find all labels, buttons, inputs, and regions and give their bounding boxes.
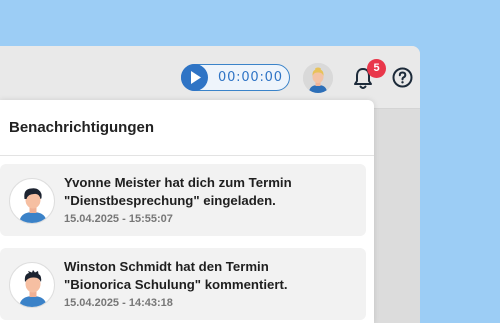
notification-item[interactable]: Yvonne Meister hat dich zum Termin "Dien… <box>0 164 366 236</box>
notification-message: Winston Schmidt hat den Termin "Bionoric… <box>64 258 354 294</box>
notification-timestamp: 15.04.2025 - 15:55:07 <box>64 213 173 225</box>
user-avatar-icon <box>19 188 47 223</box>
notifications-panel: Benachrichtigungen Yvonne Meister hat di… <box>0 100 374 323</box>
notification-line: Winston Schmidt hat den Termin <box>64 259 269 274</box>
avatar <box>9 262 55 308</box>
play-icon <box>191 71 201 84</box>
time-tracker[interactable]: 00:00:00 <box>181 64 290 91</box>
panel-divider <box>0 155 374 156</box>
notification-message: Yvonne Meister hat dich zum Termin "Dien… <box>64 174 354 210</box>
play-button[interactable] <box>181 64 208 91</box>
avatar <box>9 178 55 224</box>
user-avatar-icon <box>19 270 47 307</box>
user-avatar-icon <box>303 63 333 93</box>
notification-item[interactable]: Winston Schmidt hat den Termin "Bionoric… <box>0 248 366 320</box>
panel-title: Benachrichtigungen <box>9 119 155 136</box>
help-icon[interactable] <box>392 67 413 88</box>
notification-line: Yvonne Meister hat dich zum Termin <box>64 175 292 190</box>
notification-line: "Dienstbesprechung" eingeladen. <box>64 193 276 208</box>
user-avatar[interactable] <box>303 63 333 93</box>
notification-line: "Bionorica Schulung" kommentiert. <box>64 277 288 292</box>
notification-timestamp: 15.04.2025 - 14:43:18 <box>64 297 173 309</box>
notification-badge: 5 <box>367 59 386 78</box>
timer-display: 00:00:00 <box>218 70 283 85</box>
